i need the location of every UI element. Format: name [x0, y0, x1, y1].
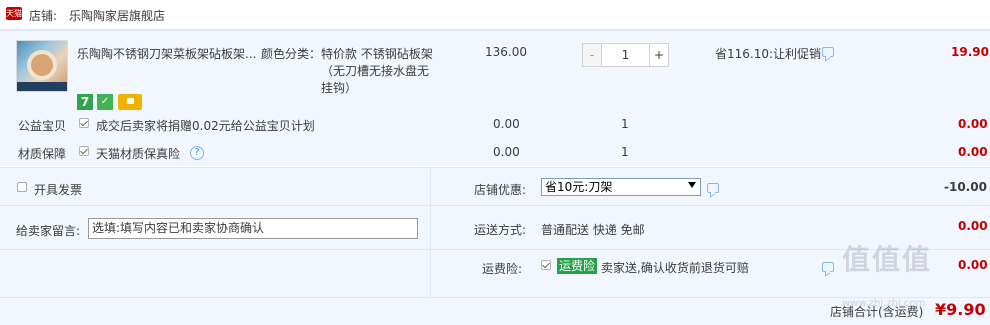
shipping-insurance-checkbox[interactable] — [541, 260, 551, 270]
invoice-label: 开具发票 — [34, 183, 83, 197]
tmall-badge-icon: 天猫 — [6, 7, 22, 20]
service-row-material: 材质保障 天猫材质保真险 ? 0.00 1 0.00 — [0, 138, 990, 166]
dropdown-arrow-icon — [688, 182, 696, 188]
shop-total-value: ¥9.90 — [935, 300, 986, 319]
row-divider — [0, 205, 990, 206]
seven-day-return-icon[interactable]: 7 — [77, 94, 93, 110]
service-description: 成交后卖家将捐赠0.02元给公益宝贝计划 — [96, 119, 315, 133]
shop-header: 天猫 店铺: 乐陶陶家居旗舰店 — [0, 0, 990, 30]
shipping-fee: 0.00 — [958, 219, 988, 233]
sku-label: 颜色分类： — [261, 47, 322, 61]
service-price: 0.00 — [493, 145, 520, 159]
service-total: 0.00 — [958, 117, 988, 131]
promotion-text: 省116.10:让利促销 — [715, 47, 822, 61]
message-label: 给卖家留言: — [16, 224, 81, 238]
shipping-method-value: 普通配送 快递 免邮 — [541, 223, 645, 237]
service-quantity: 1 — [621, 117, 629, 131]
shop-discount-label: 店铺优惠: — [474, 183, 527, 197]
product-image-strip — [17, 82, 67, 91]
service-checkbox[interactable] — [79, 146, 89, 156]
watermark-text: 值值值 — [842, 243, 933, 276]
quantity-stepper: - 1 + — [582, 43, 669, 67]
product-row: 乐陶陶不锈钢刀架菜板架砧板架... 7 ✓ 颜色分类： 特价款 不锈钢砧板架（无… — [0, 30, 990, 110]
quantity-input[interactable]: 1 — [602, 43, 649, 67]
item-total-price: 19.90 — [951, 45, 989, 59]
product-image-disc — [27, 50, 57, 80]
shipping-insurance-description: 卖家送,确认收货前退货可赔 — [601, 261, 749, 275]
shop-discount-selected: 省10元:刀架 — [545, 180, 613, 194]
sku-value: 特价款 不锈钢砧板架（无刀槽无接水盘无挂钩） — [321, 47, 433, 95]
service-name: 材质保障 — [18, 147, 67, 161]
invoice-checkbox[interactable] — [17, 182, 27, 192]
shop-name-link[interactable]: 乐陶陶家居旗舰店 — [69, 7, 165, 24]
consumer-protection-icon[interactable]: ✓ — [97, 94, 113, 110]
discount-comment-icon[interactable] — [707, 183, 719, 193]
shipping-insurance-fee: 0.00 — [958, 258, 988, 272]
seller-message-input[interactable]: 选填:填写内容已和卖家协商确认 — [88, 218, 418, 239]
service-name: 公益宝贝 — [18, 119, 67, 133]
service-quantity: 1 — [621, 145, 629, 159]
product-title-link[interactable]: 乐陶陶不锈钢刀架菜板架砧板架... — [77, 45, 257, 61]
shop-label: 店铺: — [29, 9, 58, 23]
service-row-charity: 公益宝贝 成交后卖家将捐赠0.02元给公益宝贝计划 0.00 1 0.00 — [0, 110, 990, 138]
help-icon[interactable]: ? — [190, 146, 204, 160]
service-description: 天猫材质保真险 — [96, 147, 181, 161]
promo-comment-icon[interactable] — [822, 47, 834, 57]
product-thumbnail[interactable] — [16, 40, 68, 92]
watermark-url: www.zhi.zhi.com — [842, 298, 926, 309]
shop-discount-amount: -10.00 — [944, 180, 987, 194]
credit-card-icon[interactable] — [118, 94, 142, 110]
service-total: 0.00 — [958, 145, 988, 159]
service-checkbox[interactable] — [79, 118, 89, 128]
quantity-decrease-button[interactable]: - — [582, 43, 602, 67]
unit-price: 136.00 — [485, 45, 527, 59]
shipping-insurance-tag: 运费险 — [557, 258, 598, 274]
quantity-increase-button[interactable]: + — [649, 43, 669, 67]
shipping-method-label: 运送方式: — [474, 223, 527, 237]
shipping-insurance-label: 运费险: — [482, 262, 523, 276]
insurance-comment-icon[interactable] — [822, 262, 834, 272]
column-divider — [430, 167, 431, 297]
service-price: 0.00 — [493, 117, 520, 131]
shop-discount-select[interactable]: 省10元:刀架 — [541, 178, 701, 196]
